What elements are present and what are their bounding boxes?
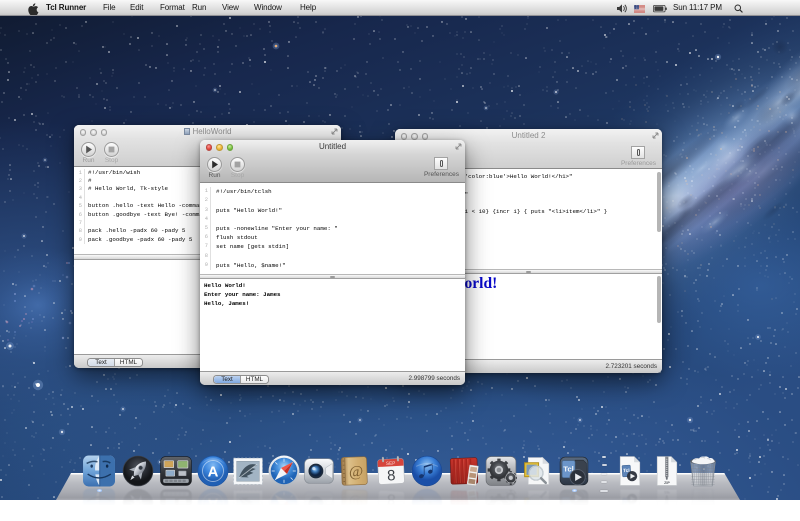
svg-text:8: 8 [386, 467, 395, 484]
svg-text:A: A [207, 463, 218, 480]
svg-text:@: @ [349, 463, 364, 480]
svg-text:ZIP: ZIP [664, 490, 670, 494]
svg-text:@: @ [349, 494, 364, 511]
svg-text:A: A [207, 494, 218, 511]
svg-text:ZIP: ZIP [664, 480, 670, 484]
svg-text:8: 8 [386, 491, 395, 508]
